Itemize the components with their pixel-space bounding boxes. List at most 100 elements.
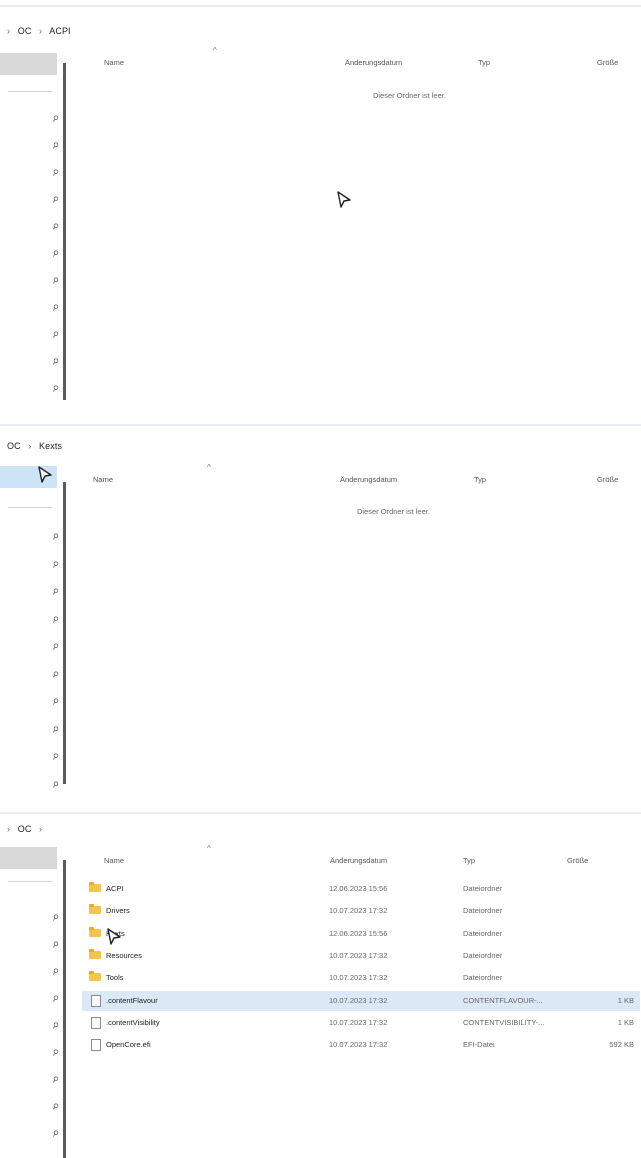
folder-icon (89, 882, 101, 892)
breadcrumb-chevron: › (7, 824, 11, 834)
breadcrumb-separator: › (28, 441, 32, 451)
pin-icon[interactable]: ⚲ (48, 220, 62, 234)
breadcrumb-item-kexts[interactable]: Kexts (39, 441, 62, 451)
pin-icon[interactable]: ⚲ (48, 965, 62, 979)
file-list-row[interactable]: Kexts12.06.2023 15:56Dateiordner (82, 924, 640, 944)
nav-pane-scrollbar[interactable] (63, 482, 66, 784)
folder-icon (89, 971, 101, 982)
pin-icon[interactable]: ⚲ (48, 1046, 62, 1060)
pin-icon[interactable]: ⚲ (48, 613, 62, 627)
explorer-panel-acpi: › OC › ACPI ⚲ ⚲ ⚲ ⚲ ⚲ ⚲ ⚲ ⚲ ⚲ ⚲ ⚲ Name ^ Änderungs… (0, 0, 641, 400)
pin-icon[interactable]: ⚲ (48, 301, 62, 315)
modified-date: 10.07.2023 17:32 (329, 973, 388, 983)
pin-icon[interactable]: ⚲ (48, 1100, 62, 1114)
file-name: .contentVisibility (106, 1017, 160, 1027)
file-icon (91, 1039, 101, 1052)
pin-icon[interactable]: ⚲ (48, 530, 62, 544)
sort-ascending-icon: ^ (207, 844, 211, 853)
pin-icon[interactable]: ⚲ (48, 723, 62, 737)
breadcrumb-item-oc[interactable]: OC (18, 26, 32, 36)
file-name: ACPI (106, 884, 124, 893)
column-header-date[interactable]: Änderungsdatum (340, 475, 397, 484)
nav-pane-divider (8, 881, 52, 882)
pin-icon[interactable]: ⚲ (48, 911, 62, 925)
column-header-name[interactable]: Name (93, 475, 113, 484)
breadcrumb-separator: › (39, 824, 43, 834)
pin-icon[interactable]: ⚲ (48, 640, 62, 654)
nav-pane-scrollbar[interactable] (63, 63, 66, 400)
column-header-type[interactable]: Typ (463, 856, 475, 865)
mouse-cursor-icon (107, 928, 121, 945)
pin-icon[interactable]: ⚲ (48, 166, 62, 180)
folder-icon (89, 904, 101, 915)
breadcrumb-item-oc[interactable]: OC (18, 824, 32, 834)
explorer-panel-oc: › OC › ⚲ ⚲ ⚲ ⚲ ⚲ ⚲ ⚲ ⚲ ⚲ Name ^ Änderungsdatum T… (0, 790, 641, 1158)
file-list-row[interactable]: Resources 10.07.2023 17:32 Dateiordner (82, 946, 640, 966)
file-name: .contentFlavour (106, 995, 158, 1005)
file-name: OpenCore.efi (106, 1040, 151, 1050)
file-type: Dateiordner (463, 884, 503, 893)
pin-icon[interactable]: ⚲ (48, 247, 62, 261)
mouse-cursor-icon (38, 466, 52, 483)
modified-date: 10.07.2023 17:32 (329, 950, 388, 960)
nav-pane-divider (8, 91, 52, 92)
column-header-type[interactable]: Typ (474, 475, 486, 484)
nav-pane-divider (8, 507, 52, 508)
title-bar-edge (0, 5, 641, 7)
file-size: 592 KB (609, 1040, 634, 1050)
pin-icon[interactable]: ⚲ (48, 750, 62, 764)
file-list-row[interactable]: Drivers 10.07.2023 17:32 Dateiordner (82, 901, 640, 921)
pin-icon[interactable]: ⚲ (48, 328, 62, 342)
pin-icon[interactable]: ⚲ (48, 112, 62, 126)
file-size: 1 KB (617, 1017, 634, 1027)
pin-icon[interactable]: ⚲ (48, 938, 62, 952)
pin-icon[interactable]: ⚲ (48, 585, 62, 599)
file-list-row[interactable]: OpenCore.efi 10.07.2023 17:32 EFI-Datei 592… (82, 1035, 640, 1055)
nav-pane-selected-item[interactable] (0, 53, 57, 75)
pin-icon[interactable]: ⚲ (48, 668, 62, 682)
modified-date: 12.06.2023 15:56 (329, 928, 388, 938)
pin-icon[interactable]: ⚲ (48, 274, 62, 288)
column-header-size[interactable]: Größe (567, 856, 588, 865)
file-type: Dateiordner (463, 928, 503, 938)
file-list-row[interactable]: ACPI 12.06.2023 15:56 Dateiordner (82, 879, 640, 899)
empty-folder-message: Dieser Ordner ist leer. (373, 91, 446, 100)
file-type: Dateiordner (463, 973, 503, 983)
breadcrumb-item-acpi[interactable]: ACPI (49, 26, 70, 36)
pin-icon[interactable]: ⚲ (48, 992, 62, 1006)
nav-pane-selected-item[interactable] (0, 847, 57, 869)
column-header-date[interactable]: Änderungsdatum (330, 856, 387, 865)
pin-icon[interactable]: ⚲ (48, 778, 62, 790)
column-header-size[interactable]: Größe (597, 475, 618, 484)
nav-pane-scrollbar[interactable] (63, 860, 66, 1158)
file-name: Drivers (106, 906, 130, 916)
pin-icon[interactable]: ⚲ (48, 1127, 62, 1141)
column-header-name[interactable]: Name (104, 58, 124, 67)
file-type: CONTENTFLAVOUR-... (463, 995, 543, 1005)
file-name: Tools (106, 973, 124, 983)
column-header-date[interactable]: Änderungsdatum (345, 58, 402, 67)
file-list-row[interactable]: .contentFlavour 10.07.2023 17:32 CONTENTFL… (82, 990, 640, 1011)
column-header-name[interactable]: Name (104, 856, 124, 865)
file-type: Dateiordner (463, 906, 503, 916)
column-header-type[interactable]: Typ (478, 58, 490, 67)
modified-date: 12.06.2023 15:56 (329, 884, 388, 893)
file-icon (91, 1016, 101, 1029)
pin-icon[interactable]: ⚲ (48, 193, 62, 207)
pin-icon[interactable]: ⚲ (48, 1073, 62, 1087)
pin-icon[interactable]: ⚲ (48, 1019, 62, 1033)
pin-icon[interactable]: ⚲ (48, 355, 62, 369)
file-size: 1 KB (617, 995, 634, 1005)
file-list-row[interactable]: .contentVisibility 10.07.2023 17:32 CONTEN… (82, 1013, 640, 1033)
pin-icon[interactable]: ⚲ (48, 382, 62, 396)
column-header-size[interactable]: Größe (597, 58, 618, 67)
breadcrumb: › OC › ACPI (7, 26, 76, 36)
title-bar-edge (0, 812, 641, 814)
pin-icon[interactable]: ⚲ (48, 558, 62, 572)
modified-date: 10.07.2023 17:32 (329, 906, 388, 916)
file-list-row[interactable]: Tools 10.07.2023 17:32 Dateiordner (82, 968, 640, 988)
pin-icon[interactable]: ⚲ (48, 695, 62, 709)
breadcrumb-item-oc[interactable]: OC (7, 441, 21, 451)
pin-icon[interactable]: ⚲ (48, 139, 62, 153)
sort-ascending-icon: ^ (207, 463, 211, 472)
